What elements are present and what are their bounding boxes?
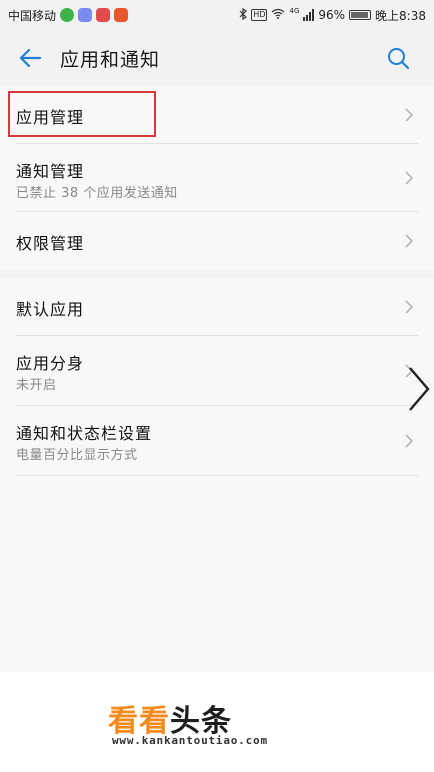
hd-badge: HD	[251, 9, 268, 21]
chevron-right-icon	[404, 433, 414, 449]
chevron-right-icon	[404, 170, 414, 186]
signal-icon	[303, 9, 315, 21]
setting-item-default-apps[interactable]: 默认应用	[16, 278, 418, 336]
chevron-right-icon	[404, 299, 414, 315]
next-arrow-icon[interactable]	[404, 364, 432, 414]
search-icon	[388, 48, 410, 70]
wechat-icon	[60, 8, 75, 22]
setting-item-title: 权限管理	[16, 234, 85, 253]
app-bar: 应用和通知	[0, 30, 434, 86]
netease-icon	[96, 8, 111, 22]
setting-item-title: 默认应用	[16, 300, 85, 319]
setting-item-title: 通知和状态栏设置	[16, 424, 153, 443]
search-button[interactable]	[378, 38, 418, 78]
app-icon	[78, 8, 93, 22]
network-label: 4G	[289, 6, 300, 15]
clock: 晚上8:38	[375, 8, 426, 23]
setting-item-title: 应用分身	[16, 354, 85, 373]
page-title: 应用和通知	[60, 48, 161, 71]
highlight-box	[8, 91, 156, 137]
setting-item-subtitle: 未开启	[16, 378, 57, 393]
setting-item-subtitle: 电量百分比显示方式	[16, 448, 138, 463]
battery-icon	[349, 10, 372, 20]
setting-item-title: 通知管理	[16, 162, 85, 181]
setting-item-subtitle: 已禁止 38 个应用发送通知	[16, 186, 178, 201]
status-bar-right: HD 4G 96% 晚上8:38	[239, 7, 426, 24]
footer: 看看头条 www.kankantoutiao.com	[0, 672, 434, 772]
chevron-right-icon	[404, 107, 414, 123]
status-bar-left: 中国移动	[8, 7, 129, 24]
status-bar: 中国移动 HD 4G 96% 晚上8:38	[0, 0, 434, 30]
carrier-label: 中国移动	[8, 8, 57, 23]
setting-item-notification-status-bar[interactable]: 通知和状态栏设置 电量百分比显示方式	[16, 406, 418, 476]
watermark-logo: 看看头条 www.kankantoutiao.com	[108, 696, 308, 752]
chevron-right-icon	[404, 233, 414, 249]
settings-group-2: 默认应用 应用分身 未开启 通知和状态栏设置 电量百分比显示方式	[0, 278, 434, 672]
wifi-icon	[271, 8, 285, 22]
watermark-url: www.kankantoutiao.com	[112, 734, 268, 747]
weibo-icon	[114, 8, 129, 22]
bluetooth-icon	[239, 7, 248, 23]
setting-item-permission-management[interactable]: 权限管理	[16, 212, 418, 270]
back-button[interactable]	[8, 36, 52, 80]
setting-item-notification-management[interactable]: 通知管理 已禁止 38 个应用发送通知	[16, 144, 418, 212]
back-arrow-icon	[19, 48, 42, 68]
battery-percent: 96%	[318, 8, 346, 22]
setting-item-app-twin[interactable]: 应用分身 未开启	[16, 336, 418, 406]
